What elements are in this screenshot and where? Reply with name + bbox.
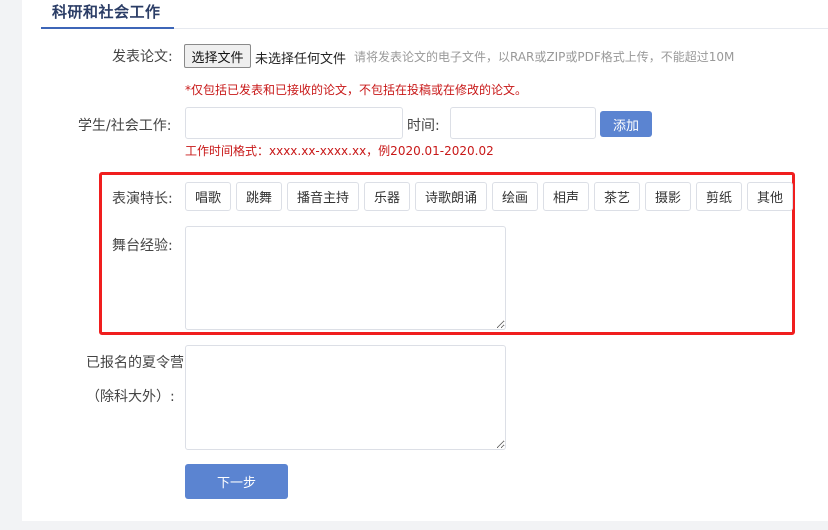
talent-tag[interactable]: 唱歌 — [185, 182, 231, 211]
next-button[interactable]: 下一步 — [185, 464, 288, 499]
summer-camp-textarea[interactable] — [185, 345, 506, 450]
section-title-underline — [41, 27, 174, 29]
talent-tag[interactable]: 茶艺 — [594, 182, 640, 211]
paper-label: 发表论文: — [112, 49, 173, 65]
talent-tag[interactable]: 绘画 — [492, 182, 538, 211]
choose-file-button[interactable]: 选择文件 — [184, 44, 251, 68]
work-input[interactable] — [185, 107, 403, 139]
talent-tag[interactable]: 诗歌朗诵 — [415, 182, 487, 211]
camp-label-line1: 已报名的夏令营 — [86, 355, 184, 371]
talent-tag[interactable]: 播音主持 — [287, 182, 359, 211]
time-label: 时间: — [407, 118, 440, 134]
section-divider — [174, 28, 828, 29]
talent-tag[interactable]: 相声 — [543, 182, 589, 211]
upload-hint: 请将发表论文的电子文件，以RAR或ZIP或PDF格式上传，不能超过10M — [354, 50, 735, 64]
stage-experience-textarea[interactable] — [185, 226, 506, 330]
file-status-text: 未选择任何文件 — [255, 52, 347, 67]
section-title: 科研和社会工作 — [52, 3, 161, 21]
talent-tag[interactable]: 乐器 — [364, 182, 410, 211]
time-input[interactable] — [450, 107, 596, 139]
talent-tag[interactable]: 跳舞 — [236, 182, 282, 211]
talent-tag[interactable]: 剪纸 — [696, 182, 742, 211]
talent-label: 表演特长: — [112, 191, 173, 207]
camp-label-line2: （除科大外）: — [86, 389, 175, 405]
paper-note: *仅包括已发表和已接收的论文，不包括在投稿或在修改的论文。 — [185, 83, 528, 97]
talent-tag[interactable]: 摄影 — [645, 182, 691, 211]
add-button[interactable]: 添加 — [600, 111, 652, 137]
stage-label: 舞台经验: — [112, 238, 173, 254]
work-format-note: 工作时间格式：xxxx.xx-xxxx.xx，例2020.01-2020.02 — [185, 144, 494, 158]
talent-tag[interactable]: 其他 — [747, 182, 793, 211]
work-label: 学生/社会工作: — [78, 118, 172, 134]
